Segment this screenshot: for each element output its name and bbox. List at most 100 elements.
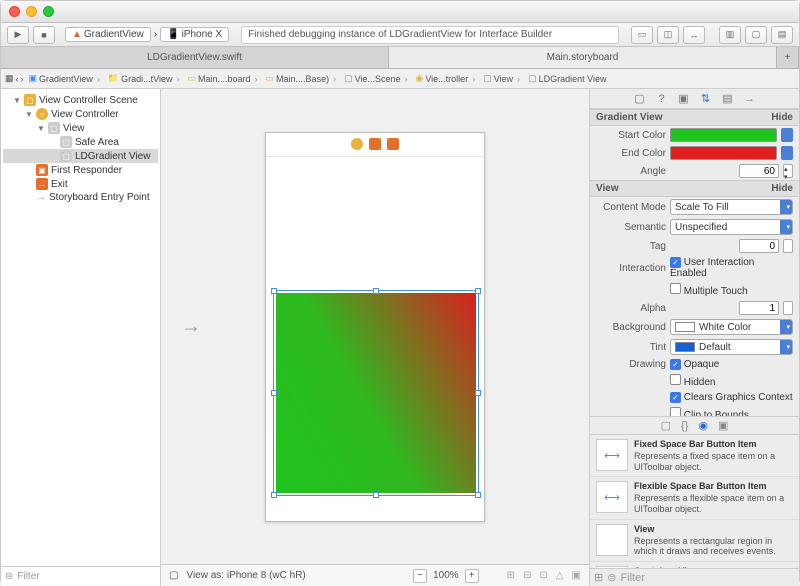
alpha-label: Alpha xyxy=(596,303,666,314)
editor-version-button[interactable]: ↔ xyxy=(683,26,705,44)
zoom-out-button[interactable]: − xyxy=(413,569,427,583)
related-items-icon[interactable]: ▦ xyxy=(5,73,14,84)
file-template-tab[interactable]: ▢ xyxy=(661,419,671,432)
connections-inspector-tab[interactable]: → xyxy=(743,92,757,106)
nav-forward-button[interactable]: › xyxy=(21,74,24,84)
library-item[interactable]: ViewRepresents a rectangular region in w… xyxy=(590,520,799,562)
nav-back-button[interactable]: ‹ xyxy=(16,74,19,84)
resize-handle[interactable] xyxy=(475,492,481,498)
resize-handle[interactable] xyxy=(373,288,379,294)
attributes-inspector-tab[interactable]: ⇅ xyxy=(699,92,713,106)
jump-base[interactable]: ▭Main....Base) xyxy=(263,73,340,84)
alpha-stepper[interactable] xyxy=(783,301,793,315)
entry-arrow-icon[interactable]: → xyxy=(181,315,201,338)
tree-view[interactable]: ▼▢View xyxy=(3,121,158,135)
resize-handle[interactable] xyxy=(271,492,277,498)
new-tab-button[interactable]: + xyxy=(777,47,799,68)
drawing-label: Drawing xyxy=(596,359,666,370)
color-popup-button[interactable] xyxy=(781,146,793,160)
jump-folder[interactable]: 📁Gradi...tView xyxy=(105,73,183,84)
editor-assistant-button[interactable]: ◫ xyxy=(657,26,679,44)
clip-checkbox[interactable] xyxy=(670,407,681,416)
semantic-popup[interactable]: Unspecified xyxy=(670,219,793,235)
canvas[interactable]: → ▢ View as: iPhone 8 (wC hR) xyxy=(161,89,589,586)
resize-handle[interactable] xyxy=(271,390,277,396)
jump-view[interactable]: ▢View xyxy=(480,73,523,84)
jump-bar[interactable]: ▦ ‹ › ▣GradientView 📁Gradi...tView ▭Main… xyxy=(1,69,799,89)
opaque-checkbox[interactable]: ✓ xyxy=(670,359,681,370)
tree-view-controller[interactable]: ▼○View Controller xyxy=(3,107,158,121)
file-inspector-tab[interactable]: ▢ xyxy=(633,92,647,106)
zoom-in-button[interactable]: + xyxy=(465,569,479,583)
resolve-icon[interactable]: △ xyxy=(556,570,564,581)
background-label: Background xyxy=(596,322,666,333)
scheme-target[interactable]: ▲ GradientView xyxy=(65,27,151,42)
media-library-tab[interactable]: ▣ xyxy=(718,419,728,432)
jump-vc[interactable]: ◉Vie...troller xyxy=(412,73,478,84)
identity-inspector-tab[interactable]: ▣ xyxy=(677,92,691,106)
background-popup[interactable]: White Color xyxy=(670,319,793,335)
help-inspector-tab[interactable]: ? xyxy=(655,92,669,106)
grid-view-icon[interactable]: ⊞ xyxy=(594,571,603,584)
run-button[interactable]: ▶ xyxy=(7,26,29,44)
stop-button[interactable]: ■ xyxy=(33,26,55,44)
pin-icon[interactable]: ⊡ xyxy=(539,570,547,581)
jump-storyboard[interactable]: ▭Main....board xyxy=(184,73,260,84)
user-interaction-checkbox[interactable]: ✓ xyxy=(670,257,681,268)
tree-first-responder[interactable]: ▣First Responder xyxy=(3,163,158,177)
angle-field[interactable] xyxy=(739,164,779,178)
tree-scene[interactable]: ▼▢View Controller Scene xyxy=(3,93,158,107)
toggle-debug-button[interactable]: ▢ xyxy=(745,26,767,44)
tree-gradient-view[interactable]: ▢LDGradient View xyxy=(3,149,158,163)
view-controller-canvas[interactable] xyxy=(265,132,485,522)
zoom-window-button[interactable] xyxy=(43,6,54,17)
color-popup-button[interactable] xyxy=(781,128,793,142)
tag-stepper[interactable] xyxy=(783,239,793,253)
toggle-inspector-button[interactable]: ▤ xyxy=(771,26,793,44)
library-item[interactable]: ⟷Flexible Space Bar Button ItemRepresent… xyxy=(590,477,799,519)
alpha-field[interactable] xyxy=(739,301,779,315)
jump-project[interactable]: ▣GradientView xyxy=(26,73,103,84)
resize-handle[interactable] xyxy=(271,288,277,294)
multiple-touch-checkbox[interactable] xyxy=(670,283,681,294)
scene-dock[interactable] xyxy=(266,133,484,157)
gradient-view[interactable] xyxy=(276,293,476,493)
resize-handle[interactable] xyxy=(475,390,481,396)
align-icon[interactable]: ⊟ xyxy=(523,570,531,581)
exit-dock-icon[interactable] xyxy=(387,138,399,150)
size-inspector-tab[interactable]: ▤ xyxy=(721,92,735,106)
resize-handle[interactable] xyxy=(373,492,379,498)
code-snippet-tab[interactable]: {} xyxy=(681,420,688,432)
content-mode-popup[interactable]: Scale To Fill xyxy=(670,199,793,215)
editor-standard-button[interactable]: ▭ xyxy=(631,26,653,44)
tree-exit[interactable]: →Exit xyxy=(3,177,158,191)
close-window-button[interactable] xyxy=(9,6,20,17)
embed-icon[interactable]: ▣ xyxy=(572,570,581,581)
toggle-navigator-button[interactable]: ▥ xyxy=(719,26,741,44)
tint-popup[interactable]: Default xyxy=(670,339,793,355)
library-filter[interactable]: ⊞ ⊜ Filter xyxy=(590,568,799,586)
tab-storyboard[interactable]: Main.storyboard xyxy=(389,47,777,68)
tag-field[interactable] xyxy=(739,239,779,253)
end-color-well[interactable] xyxy=(670,146,777,160)
device-config-icon[interactable]: ▢ xyxy=(169,570,178,581)
first-responder-dock-icon[interactable] xyxy=(369,138,381,150)
vc-dock-icon[interactable] xyxy=(351,138,363,150)
minimize-window-button[interactable] xyxy=(26,6,37,17)
constraints-icon[interactable]: ⊞ xyxy=(507,570,515,581)
hidden-checkbox[interactable] xyxy=(670,374,681,385)
jump-gradient[interactable]: ▢LDGradient View xyxy=(525,73,613,84)
resize-handle[interactable] xyxy=(475,288,481,294)
clears-checkbox[interactable]: ✓ xyxy=(670,392,681,403)
angle-stepper[interactable]: ▴▾ xyxy=(783,164,793,178)
tree-safe-area[interactable]: ▢Safe Area xyxy=(3,135,158,149)
start-color-well[interactable] xyxy=(670,128,777,142)
tree-entry-point[interactable]: →Storyboard Entry Point xyxy=(3,191,158,204)
view-as-label[interactable]: View as: iPhone 8 (wC hR) xyxy=(186,570,305,581)
jump-scene[interactable]: ▢Vie...Scene xyxy=(341,73,410,84)
tab-swift-file[interactable]: LDGradientView.swift xyxy=(1,47,389,68)
outline-filter[interactable]: ⊜ Filter xyxy=(1,566,160,586)
object-library-tab[interactable]: ◉ xyxy=(698,419,708,432)
scheme-device[interactable]: 📱 iPhone X xyxy=(160,27,229,42)
library-item[interactable]: ⟷Fixed Space Bar Button ItemRepresents a… xyxy=(590,435,799,477)
